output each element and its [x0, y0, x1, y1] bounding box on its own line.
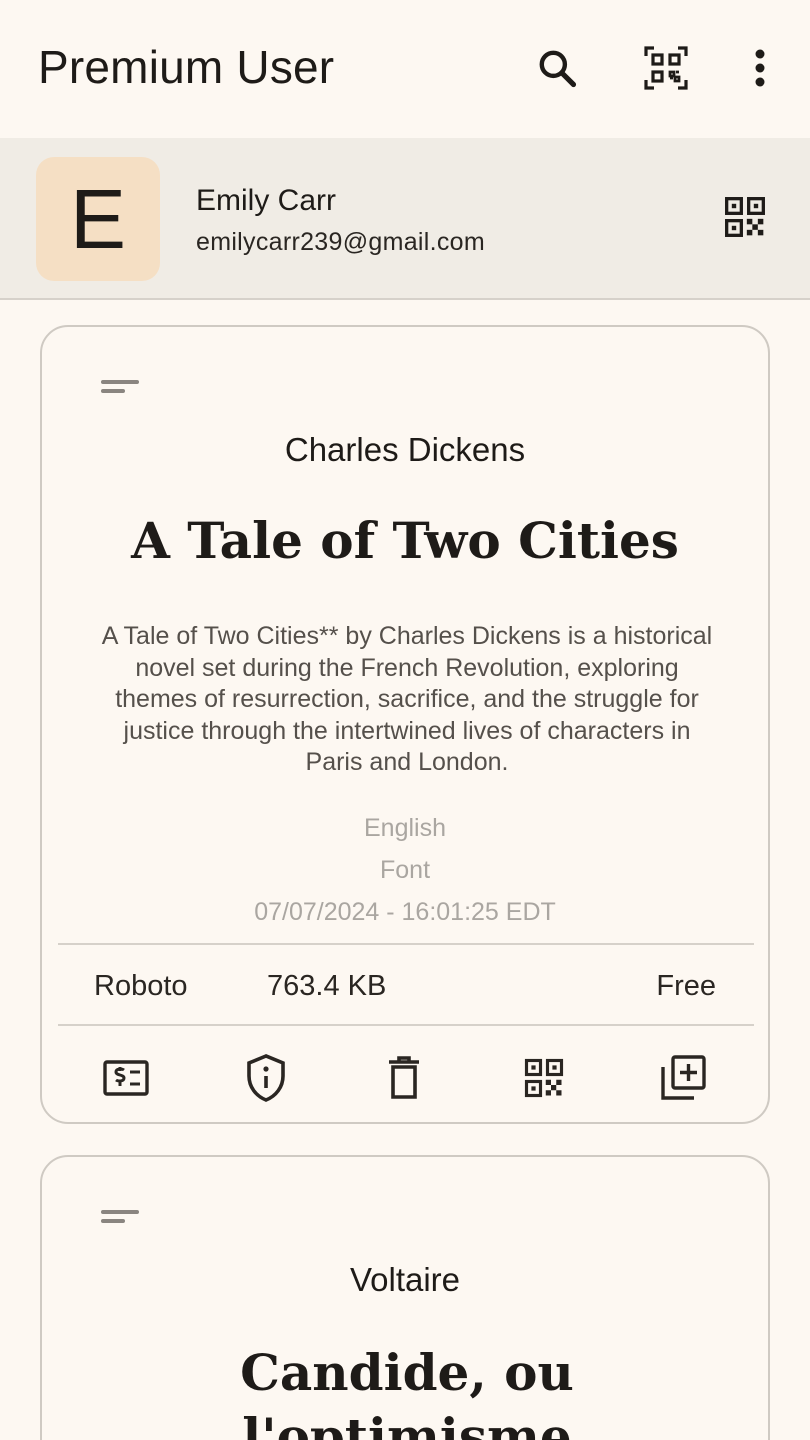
qr-scan-icon — [642, 44, 690, 92]
drag-handle-icon[interactable] — [100, 377, 140, 397]
book-card[interactable]: Voltaire Candide, ou l'optimisme — [40, 1155, 770, 1440]
delete-icon — [386, 1055, 422, 1101]
book-language: English — [364, 814, 446, 842]
delete-button[interactable] — [374, 1048, 434, 1108]
user-email: emilycarr239@gmail.com — [196, 228, 485, 256]
divider — [58, 1024, 754, 1026]
book-author: Charles Dickens — [284, 431, 526, 468]
book-font-label: Font — [379, 856, 431, 884]
add-to-library-icon — [659, 1054, 707, 1102]
book-price: Free — [656, 970, 716, 1002]
book-timestamp: 07/07/2024 - 16:01:25 EDT — [254, 898, 556, 926]
qr-scan-button[interactable] — [634, 36, 698, 100]
search-icon — [535, 46, 579, 90]
search-button[interactable] — [525, 36, 589, 100]
info-shield-icon — [244, 1053, 288, 1103]
qr-code-icon — [723, 195, 767, 239]
price-button[interactable] — [96, 1048, 156, 1108]
book-title: Candide, ou l'optimisme — [240, 1343, 574, 1440]
page-title: Premium User — [38, 41, 335, 93]
book-card[interactable]: Charles Dickens A Tale of Two Cities A T… — [40, 325, 770, 1124]
more-vert-icon — [754, 48, 766, 88]
divider — [58, 943, 754, 945]
price-tag-icon — [102, 1058, 150, 1098]
user-name: Emily Carr — [196, 184, 336, 217]
add-to-library-button[interactable] — [653, 1048, 713, 1108]
user-qr-button[interactable] — [718, 190, 772, 244]
qr-code-icon — [523, 1057, 565, 1099]
avatar: E — [36, 157, 160, 281]
info-button[interactable] — [236, 1048, 296, 1108]
book-size: 763.4 KB — [267, 970, 387, 1002]
top-app-bar: Premium User — [0, 0, 810, 138]
qr-button[interactable] — [514, 1048, 574, 1108]
user-profile-row[interactable]: E Emily Carr emilycarr239@gmail.com — [0, 138, 810, 300]
more-options-button[interactable] — [728, 36, 792, 100]
book-description: A Tale of Two Cities** by Charles Dicken… — [101, 622, 713, 776]
drag-handle-icon[interactable] — [100, 1207, 140, 1227]
book-author: Voltaire — [349, 1261, 461, 1298]
book-title: A Tale of Two Cities — [131, 511, 679, 570]
book-font: Roboto — [94, 970, 188, 1002]
